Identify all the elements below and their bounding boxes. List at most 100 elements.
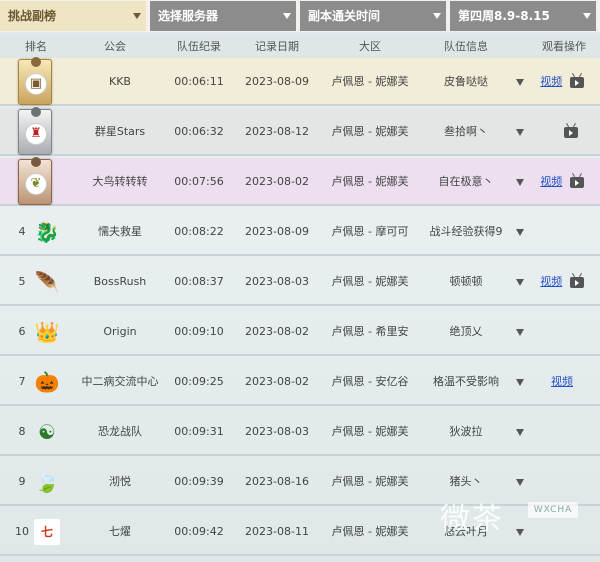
table-row: ❦ 大鸟转转转 00:07:56 2023-08-02 卢佩恩 - 妮娜芙 自在…: [0, 157, 600, 206]
video-link[interactable]: 视频: [540, 275, 562, 288]
tv-icon[interactable]: [564, 126, 578, 138]
expand-team-button[interactable]: [512, 158, 528, 206]
record-time: 00:09:31: [174, 425, 224, 438]
record-date: 2023-08-02: [245, 375, 309, 388]
chevron-down-icon: [583, 13, 591, 19]
region: 卢佩恩 - 妮娜芙: [331, 75, 409, 88]
table-row: 4 🐉 懦夫救星 00:08:22 2023-08-09 卢佩恩 - 摩可可 战…: [0, 208, 600, 256]
record-date: 2023-08-09: [245, 75, 309, 88]
table-header: 排名 公会 队伍纪录 记录日期 大区 队伍信息 观看操作: [0, 36, 600, 58]
clear-time-label: 副本通关时间: [308, 9, 381, 23]
guild-name: 大鸟转转转: [92, 175, 148, 188]
record-time: 00:08:22: [174, 225, 224, 238]
record-date: 2023-08-03: [245, 275, 309, 288]
table-row: 9 🍃 沏悦 00:09:39 2023-08-16 卢佩恩 - 妮娜芙 猪头丶: [0, 458, 600, 506]
expand-team-button[interactable]: [512, 508, 528, 556]
table-row: 7 🎃 中二病交流中心 00:09:25 2023-08-02 卢佩恩 - 安亿…: [0, 358, 600, 406]
watch-actions: 视频: [530, 258, 594, 306]
medal-knob: [31, 57, 41, 67]
header-rank: 排名: [25, 40, 47, 53]
video-link[interactable]: 视频: [540, 175, 562, 188]
chevron-down-icon: [283, 13, 291, 19]
region: 卢佩恩 - 妮娜芙: [331, 175, 409, 188]
expand-team-button[interactable]: [512, 408, 528, 456]
clear-time-dropdown[interactable]: 副本通关时间: [300, 1, 446, 31]
record-date: 2023-08-09: [245, 225, 309, 238]
triangle-down-icon: [516, 528, 524, 536]
expand-team-button[interactable]: [512, 258, 528, 306]
record-time: 00:09:10: [174, 325, 224, 338]
header-record: 队伍纪录: [177, 40, 221, 53]
expand-team-button[interactable]: [512, 308, 528, 356]
filter-bar: 挑战副榜 选择服务器 副本通关时间 第四周8.9-8.15: [0, 0, 600, 32]
team-info: 格温不受影响: [433, 375, 499, 388]
triangle-down-icon: [516, 328, 524, 336]
team-badge-icon: ▣: [25, 73, 47, 95]
feather-icon: 🪶: [34, 270, 60, 294]
region: 卢佩恩 - 希里安: [331, 325, 409, 338]
triangle-down-icon: [516, 178, 524, 186]
region: 卢佩恩 - 妮娜芙: [331, 425, 409, 438]
team-info: 自在极意丶: [438, 175, 494, 188]
record-time: 00:09:25: [174, 375, 224, 388]
triangle-down-icon: [516, 428, 524, 436]
chevron-down-icon: [433, 13, 441, 19]
expand-team-button[interactable]: [512, 208, 528, 256]
watermark-badge: WXCHA: [528, 502, 578, 518]
record-date: 2023-08-12: [245, 125, 309, 138]
video-link[interactable]: 视频: [551, 375, 573, 388]
week-label: 第四周8.9-8.15: [458, 9, 550, 23]
triangle-down-icon: [516, 78, 524, 86]
bronze-medal-icon: ❦: [18, 157, 52, 205]
leaf-icon: ❦: [25, 173, 47, 195]
server-dropdown[interactable]: 选择服务器: [150, 1, 296, 31]
leaf-icon: 🍃: [34, 470, 60, 494]
watch-actions: 视频: [530, 58, 594, 106]
ranking-type-label: 挑战副榜: [8, 9, 57, 23]
record-date: 2023-08-02: [245, 175, 309, 188]
header-info: 队伍信息: [444, 40, 488, 53]
region: 卢佩恩 - 妮娜芙: [331, 275, 409, 288]
qiyao-logo-icon: 七: [34, 519, 60, 545]
dragon-icon: 🐉: [34, 220, 60, 244]
expand-team-button[interactable]: [512, 108, 528, 156]
table-row: ♜ 群星Stars 00:06:32 2023-08-12 卢佩恩 - 妮娜芙 …: [0, 107, 600, 156]
tv-icon[interactable]: [569, 76, 584, 88]
expand-team-button[interactable]: [512, 58, 528, 106]
team-info: 顿顿顿: [449, 275, 483, 288]
expand-team-button[interactable]: [512, 458, 528, 506]
medal-knob: [31, 157, 41, 167]
header-region: 大区: [359, 40, 381, 53]
record-time: 00:06:11: [174, 75, 224, 88]
table-row: 6 👑 Origin 00:09:10 2023-08-02 卢佩恩 - 希里安…: [0, 308, 600, 356]
record-time: 00:06:32: [174, 125, 224, 138]
guild-name: KKB: [109, 75, 131, 88]
guild-name: 七燿: [109, 525, 131, 538]
region: 卢佩恩 - 妮娜芙: [331, 475, 409, 488]
gold-medal-icon: ▣: [18, 57, 52, 105]
region: 卢佩恩 - 妮娜芙: [331, 125, 409, 138]
header-date: 记录日期: [255, 40, 299, 53]
silver-medal-icon: ♜: [18, 107, 52, 155]
yin-yang-icon: ☯: [38, 420, 56, 444]
tv-icon[interactable]: [569, 176, 584, 188]
medal-knob: [31, 107, 41, 117]
watch-actions: 视频: [530, 358, 594, 406]
record-date: 2023-08-16: [245, 475, 309, 488]
triangle-down-icon: [516, 228, 524, 236]
record-time: 00:07:56: [174, 175, 224, 188]
guild-name: BossRush: [93, 275, 147, 288]
video-link[interactable]: 视频: [540, 75, 562, 88]
week-dropdown[interactable]: 第四周8.9-8.15: [450, 1, 596, 31]
record-date: 2023-08-02: [245, 325, 309, 338]
header-guild: 公会: [104, 40, 126, 53]
team-info: 战斗经验获得9: [429, 225, 503, 238]
watch-actions: 视频: [530, 158, 594, 206]
region: 卢佩恩 - 妮娜芙: [331, 525, 409, 538]
record-time: 00:08:37: [174, 275, 224, 288]
tv-icon[interactable]: [569, 276, 584, 288]
pumpkin-icon: 🎃: [34, 370, 60, 394]
guild-name: Origin: [103, 325, 137, 338]
expand-team-button[interactable]: [512, 358, 528, 406]
ranking-type-dropdown[interactable]: 挑战副榜: [0, 1, 146, 31]
